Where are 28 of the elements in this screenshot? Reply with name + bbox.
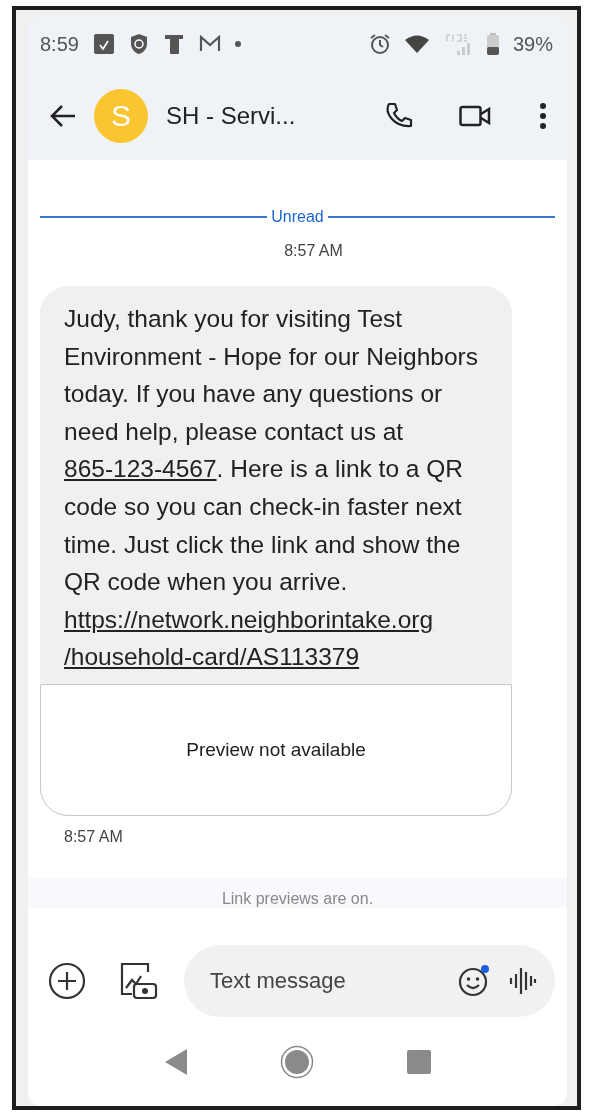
back-nav-icon[interactable] [164, 1049, 187, 1075]
shield-icon [128, 33, 149, 55]
message-time: 8:57 AM [64, 827, 124, 846]
mail-icon [198, 35, 221, 53]
phone-link[interactable]: 865-123-4567 [64, 455, 217, 483]
voice-icon[interactable] [509, 966, 537, 996]
alarm-icon [368, 33, 391, 55]
calendar-icon [92, 33, 115, 55]
emoji-icon[interactable] [457, 964, 491, 998]
unread-label: Unread [271, 208, 324, 226]
message-timestamp: 8:57 AM [284, 242, 343, 260]
status-time: 8:59 [40, 32, 79, 56]
link-preview-card[interactable]: Preview not available [40, 683, 512, 816]
message-field[interactable]: Text message [208, 967, 439, 995]
battery-percent: 39% [512, 32, 553, 56]
url-link[interactable]: https://network.neighborintake.org [64, 600, 434, 639]
contact-avatar: S [94, 89, 148, 143]
contact-name: SH - Servi... [166, 102, 297, 130]
wifi-icon [404, 35, 429, 53]
url-link[interactable]: /household-card/AS113379 [64, 638, 360, 676]
dot-icon [234, 41, 241, 47]
message-text: Judy, thank you for visiting Test Environment - Hope for our Neighbors today. If you have any questions or need help, please contact us at 865-123-4567. Here is a link to a QR code so you can check-in faster next time. Just click the link and show the QR code when you arrive. [63, 304, 479, 598]
preview-text: Preview not available [186, 738, 366, 761]
more-icon [539, 103, 547, 129]
link-previews-notice: Link previews are on. [221, 889, 374, 908]
recents-nav-icon[interactable] [406, 1050, 431, 1074]
battery-icon [486, 33, 499, 55]
home-nav-icon[interactable] [279, 1045, 314, 1079]
